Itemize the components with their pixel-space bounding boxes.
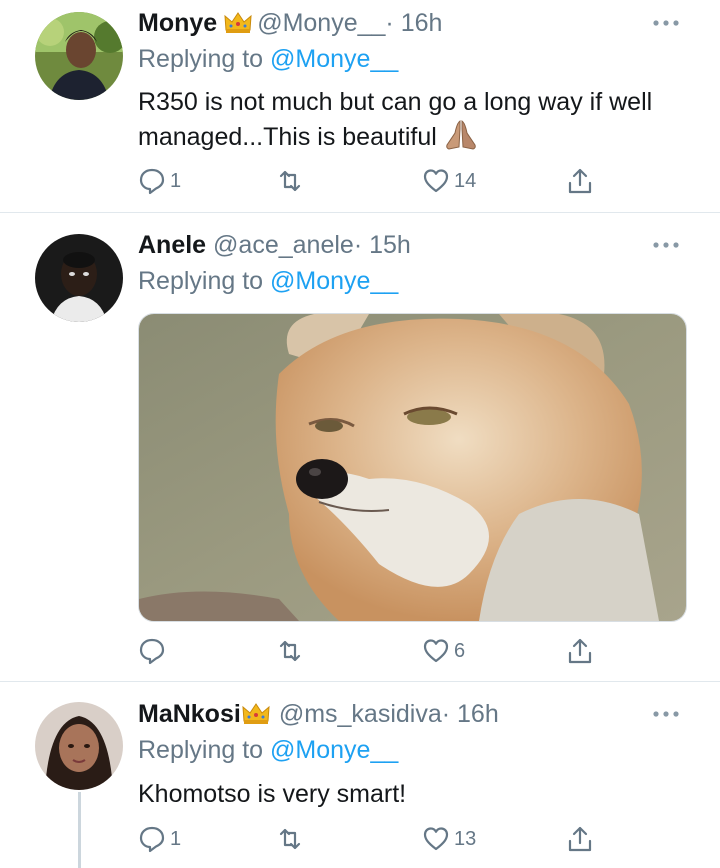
reply-button[interactable] xyxy=(138,636,170,666)
reply-button[interactable]: 1 xyxy=(138,166,181,196)
avatar-image xyxy=(35,12,123,100)
tweet[interactable]: Monye @Monye__· 16h Replying to @Monye__ … xyxy=(0,0,720,212)
share-button[interactable] xyxy=(566,636,594,666)
share-button[interactable] xyxy=(566,166,594,196)
avatar[interactable] xyxy=(35,702,123,790)
retweet-button[interactable] xyxy=(276,636,304,666)
replying-to: Replying to @Monye__ xyxy=(138,44,398,74)
like-count: 6 xyxy=(454,639,466,662)
fox-photo[interactable] xyxy=(138,313,687,622)
avatar-image xyxy=(35,702,123,790)
reply-count: 1 xyxy=(170,827,182,850)
replying-label: Replying to xyxy=(138,45,264,73)
like-count: 14 xyxy=(454,169,477,192)
avatar[interactable] xyxy=(35,12,123,100)
like-button[interactable]: 13 xyxy=(422,824,476,854)
tweet-actions: 1 14 xyxy=(138,166,608,196)
avatar-image xyxy=(35,234,123,322)
share-icon xyxy=(568,826,592,852)
replying-label: Replying to xyxy=(138,267,264,295)
reply-icon xyxy=(139,638,165,665)
heart-icon xyxy=(423,827,449,851)
tweet[interactable]: Anele @ace_anele· 15h Replying to @Monye… xyxy=(0,213,720,681)
tweet-text: R350 is not much but can go a long way i… xyxy=(138,86,678,154)
mention-link[interactable]: @Monye__ xyxy=(270,45,398,73)
like-button[interactable]: 6 xyxy=(422,636,465,666)
tweet-actions: 6 xyxy=(138,636,608,666)
heart-icon xyxy=(423,169,449,193)
crown-emoji-icon xyxy=(242,703,270,724)
retweet-button[interactable] xyxy=(276,824,304,854)
display-name[interactable]: MaNkosi xyxy=(138,700,241,728)
mention-link[interactable]: @Monye__ xyxy=(270,267,398,295)
display-name[interactable]: Monye xyxy=(138,9,217,37)
tweet-text-content: Khomotso is very smart! xyxy=(138,780,407,808)
more-icon[interactable] xyxy=(652,709,680,719)
share-icon xyxy=(568,638,592,664)
replying-label: Replying to xyxy=(138,736,264,764)
crown-emoji-icon xyxy=(224,12,252,33)
handle[interactable]: @ms_kasidiva xyxy=(279,700,442,728)
share-button[interactable] xyxy=(566,824,594,854)
timestamp[interactable]: · 15h xyxy=(354,231,411,259)
timestamp[interactable]: · 16h xyxy=(385,9,442,37)
avatar[interactable] xyxy=(35,234,123,322)
reply-count: 1 xyxy=(170,169,182,192)
tweet-header: MaNkosi @ms_kasidiva· 16h xyxy=(138,699,499,729)
like-button[interactable]: 14 xyxy=(422,166,476,196)
retweet-icon xyxy=(279,170,301,192)
reply-button[interactable]: 1 xyxy=(138,824,181,854)
handle[interactable]: @Monye__ xyxy=(257,9,385,37)
thread-line xyxy=(78,792,81,868)
replying-to: Replying to @Monye__ xyxy=(138,735,398,765)
retweet-icon xyxy=(279,640,301,662)
more-icon[interactable] xyxy=(652,240,680,250)
folded-hands-emoji-icon xyxy=(446,120,476,150)
tweet-text-content: R350 is not much but can go a long way i… xyxy=(138,88,653,151)
replying-to: Replying to @Monye__ xyxy=(138,266,398,296)
fox-image xyxy=(139,314,686,621)
reply-icon xyxy=(139,168,165,195)
tweet-actions: 1 13 xyxy=(138,824,608,854)
share-icon xyxy=(568,168,592,194)
more-icon[interactable] xyxy=(652,18,680,28)
handle[interactable]: @ace_anele xyxy=(213,231,354,259)
tweet-text: Khomotso is very smart! xyxy=(138,778,678,811)
reply-icon xyxy=(139,826,165,853)
retweet-button[interactable] xyxy=(276,166,304,196)
heart-icon xyxy=(423,639,449,663)
mention-link[interactable]: @Monye__ xyxy=(270,736,398,764)
like-count: 13 xyxy=(454,827,477,850)
tweet-header: Anele @ace_anele· 15h xyxy=(138,230,411,260)
timestamp[interactable]: · 16h xyxy=(442,700,499,728)
tweet-header: Monye @Monye__· 16h xyxy=(138,8,442,38)
display-name[interactable]: Anele xyxy=(138,231,206,259)
tweet[interactable]: MaNkosi @ms_kasidiva· 16h Replying to @Mo… xyxy=(0,682,720,868)
retweet-icon xyxy=(279,828,301,850)
